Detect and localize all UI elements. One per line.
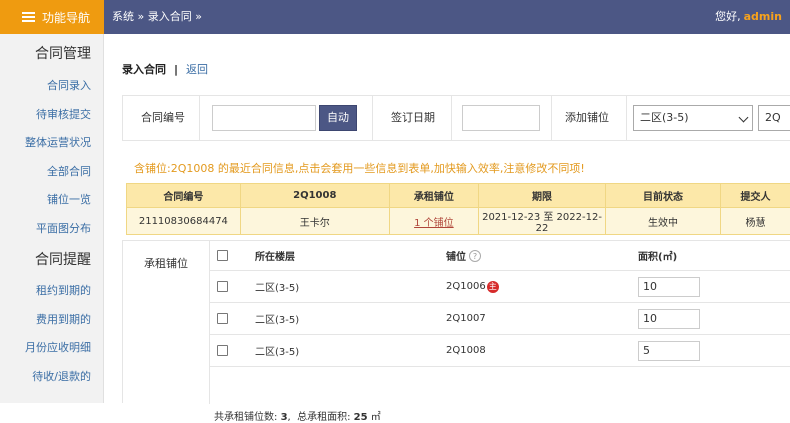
lease-shops-grid: 所在楼层 铺位? 面积(㎡) 二区(3-5) 2Q1006主 10 二区(3-5… [210,241,790,367]
divider [199,96,200,140]
floor-cell: 二区(3-5) [255,335,299,366]
sidebar-item-all-contracts[interactable]: 全部合同 [0,158,103,187]
shop-code: 2Q1006 [446,281,486,292]
greeting-text: 您好, [715,10,741,23]
leased-shops-cell: 1 个铺位 [389,208,478,235]
sign-date-label: 签订日期 [391,96,435,140]
contract-no-label: 合同编号 [141,96,185,140]
total-area-value: 25 [354,412,368,423]
shop-code: 2Q1007 [446,313,486,324]
sidebar-item-shop-overview[interactable]: 铺位一览 [0,186,103,215]
main-content: 录入合同 | 返回 合同编号 自动 签订日期 添加铺位 二区(3-5) 2Q 含铺位… [104,34,790,403]
zone-select-value: 二区(3-5) [640,111,689,124]
table-row: 二区(3-5) 2Q1006主 10 [210,271,790,303]
user-greeting: 您好,admin [715,0,782,34]
username-link[interactable]: admin [744,10,782,23]
col-shop: 铺位? [446,241,481,270]
col-submitter: 提交人 [721,184,790,208]
shop-count-value: 3 [281,412,288,423]
submitter-cell: 杨慧 [721,208,790,235]
main-shop-badge: 主 [487,281,499,293]
zone-select[interactable]: 二区(3-5) [633,105,753,131]
sidebar-section-contract-reminders: 合同提醒 [0,245,103,275]
lease-shops-section: 承租铺位 所在楼层 铺位? 面积(㎡) 二区(3-5) 2Q1006主 10 二… [122,240,790,403]
chevron-down-icon [739,113,749,123]
tenant-cell: 王卡尔 [240,208,389,235]
sidebar-item-pending-review[interactable]: 待审核提交 [0,101,103,130]
floor-cell: 二区(3-5) [255,271,299,302]
divider [372,96,373,140]
grid-header-row: 所在楼层 铺位? 面积(㎡) [210,241,790,271]
function-nav-label: 功能导航 [42,9,90,26]
auto-generate-button[interactable]: 自动 [319,105,357,131]
contract-form-row: 合同编号 自动 签订日期 添加铺位 二区(3-5) 2Q [122,95,790,141]
status-cell: 生效中 [606,208,721,235]
shop-cell: 2Q1006主 [446,271,499,302]
sidebar-item-floor-plan[interactable]: 平面图分布 [0,215,103,244]
area-input[interactable]: 10 [638,277,700,297]
lease-summary: 共承租铺位数: 3, 总承租面积: 25 ㎡ [214,408,381,423]
shop-select[interactable]: 2Q [758,105,790,131]
hamburger-icon [22,10,35,24]
page-title-bar: 录入合同 | 返回 [122,61,208,77]
recent-contract-table: 合同编号 2Q1008 承租铺位 期限 目前状态 提交人 21110830684… [126,183,790,235]
table-header-row: 合同编号 2Q1008 承租铺位 期限 目前状态 提交人 [127,184,790,208]
row-checkbox[interactable] [217,313,228,324]
area-input[interactable]: 10 [638,309,700,329]
add-shop-label: 添加铺位 [565,96,609,140]
table-row: 二区(3-5) 2Q1007 10 [210,303,790,335]
col-leased-shops: 承租铺位 [389,184,478,208]
sidebar-item-fees-expiring[interactable]: 费用到期的 [0,306,103,335]
sign-date-input[interactable] [462,105,540,131]
recent-contract-notice: 含铺位:2Q1008 的最近合同信息,点击会套用一些信息到表单,加快输入效率,注… [134,160,585,176]
sidebar-section-contract-management: 合同管理 [0,39,103,69]
total-area-label: 总承租面积: [297,412,350,423]
row-checkbox[interactable] [217,345,228,356]
col-status: 目前状态 [606,184,721,208]
divider [551,96,552,140]
table-row: 二区(3-5) 2Q1008 5 [210,335,790,367]
sidebar-item-monthly-receivables[interactable]: 月份应收明细 [0,334,103,363]
select-all-checkbox[interactable] [217,250,228,261]
page-title: 录入合同 [122,63,166,76]
sidebar-item-lease-expiring[interactable]: 租约到期的 [0,277,103,306]
breadcrumb: 系统 » 录入合同 » [112,0,202,34]
sidebar-item-contract-entry[interactable]: 合同录入 [0,72,103,101]
shop-select-value: 2Q [765,111,781,124]
shop-code: 2Q1008 [446,345,486,356]
sidebar: 合同管理 合同录入 待审核提交 整体运营状况 全部合同 铺位一览 平面图分布 合… [0,34,104,403]
table-row[interactable]: 21110830684474 王卡尔 1 个铺位 2021-12-23 至 20… [127,208,790,235]
divider [626,96,627,140]
col-shop-label: 铺位 [446,248,466,263]
top-bar: 功能导航 系统 » 录入合同 » 您好,admin [0,0,790,34]
shop-count-label: 共承租铺位数: [214,412,277,423]
question-circle-icon[interactable]: ? [469,250,481,262]
col-floor: 所在楼层 [255,241,295,270]
title-separator: | [174,63,178,76]
row-checkbox[interactable] [217,281,228,292]
contract-no-input[interactable] [212,105,316,131]
divider [451,96,452,140]
col-shop-code: 2Q1008 [240,184,389,208]
col-area: 面积(㎡) [638,241,677,270]
contract-no-cell: 21110830684474 [127,208,241,235]
sidebar-item-pending-refunds[interactable]: 待收/退款的 [0,363,103,392]
lease-shops-label: 承租铺位 [123,241,209,287]
col-contract-no: 合同编号 [127,184,241,208]
function-nav-button[interactable]: 功能导航 [0,0,104,34]
total-area-unit: ㎡ [371,412,381,423]
area-input[interactable]: 5 [638,341,700,361]
shop-count-suffix: , [288,412,291,423]
sidebar-item-overall-operations[interactable]: 整体运营状况 [0,129,103,158]
shop-cell: 2Q1008 [446,335,486,366]
back-link[interactable]: 返回 [186,63,208,76]
shop-cell: 2Q1007 [446,303,486,334]
leased-shops-link[interactable]: 1 个铺位 [414,218,454,229]
floor-cell: 二区(3-5) [255,303,299,334]
col-term: 期限 [478,184,605,208]
term-cell: 2021-12-23 至 2022-12-22 [478,208,605,235]
